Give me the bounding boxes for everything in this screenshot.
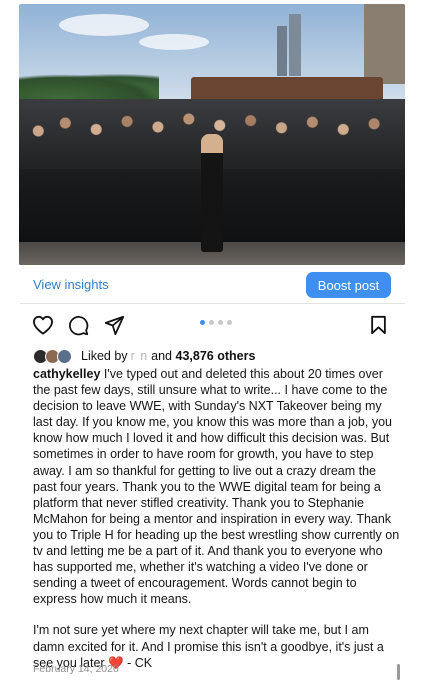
comment-icon[interactable]: [68, 315, 89, 336]
boost-post-button[interactable]: Boost post: [306, 272, 391, 298]
carousel-dot: [218, 320, 223, 325]
post-photo[interactable]: [19, 4, 405, 265]
liker-name[interactable]: r n: [131, 349, 149, 363]
photo-cloud: [59, 14, 149, 36]
caption-paragraph: cathykelley I've typed out and deleted t…: [33, 366, 401, 607]
caption-text: I've typed out and deleted this about 20…: [33, 367, 400, 607]
likes-row[interactable]: Liked by r n and 43,876 others: [33, 348, 255, 364]
caption-username[interactable]: cathykelley: [33, 367, 100, 381]
liker-avatars: [33, 348, 75, 364]
scrollbar[interactable]: [397, 664, 400, 680]
photo-building: [277, 26, 287, 76]
caption-signature: - CK: [123, 655, 153, 670]
likes-and: and: [151, 349, 173, 363]
view-insights-link[interactable]: View insights: [33, 277, 109, 292]
photo-building: [364, 4, 405, 84]
insights-row: View insights Boost post: [0, 266, 425, 304]
share-icon[interactable]: [104, 315, 125, 336]
photo-building: [289, 14, 301, 76]
photo-person: [201, 134, 223, 252]
photo-cloud: [139, 34, 209, 50]
carousel-indicator: [200, 320, 232, 325]
carousel-dot: [227, 320, 232, 325]
likes-prefix: Liked by: [81, 349, 128, 363]
bookmark-icon[interactable]: [370, 315, 387, 335]
avatar: [57, 348, 72, 364]
likes-count[interactable]: 43,876 others: [176, 349, 256, 363]
carousel-dot: [209, 320, 214, 325]
post-date: February 14, 2020: [33, 663, 119, 675]
carousel-dot: [200, 320, 205, 325]
divider: [20, 303, 405, 304]
heart-icon[interactable]: [32, 315, 54, 335]
post-caption: cathykelley I've typed out and deleted t…: [33, 366, 401, 671]
